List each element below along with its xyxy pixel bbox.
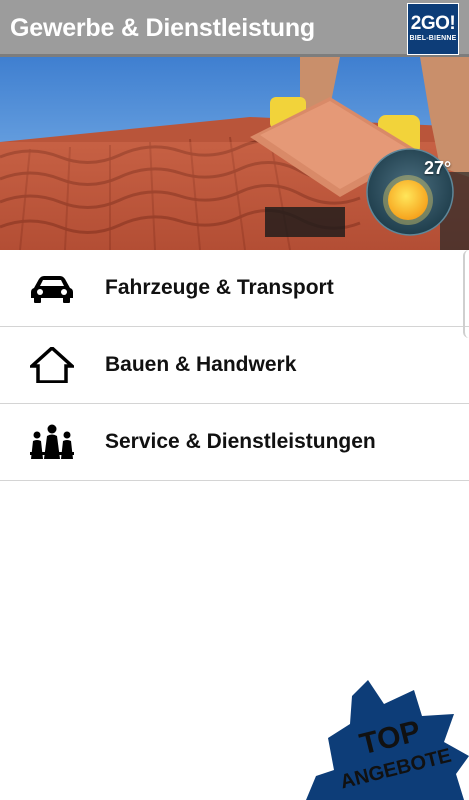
category-label: Fahrzeuge & Transport xyxy=(105,276,334,299)
scroll-indicator xyxy=(463,250,469,338)
category-label: Bauen & Handwerk xyxy=(105,353,297,376)
app-logo[interactable]: 2GO! BIEL-BIENNE xyxy=(407,3,459,55)
logo-subtext: BIEL-BIENNE xyxy=(409,35,457,42)
category-item-services[interactable]: Service & Dienstleistungen xyxy=(0,404,469,481)
category-item-vehicles[interactable]: Fahrzeuge & Transport xyxy=(0,250,469,327)
group-service-icon xyxy=(30,424,74,459)
page-title: Gewerbe & Dienstleistung xyxy=(10,14,315,42)
logo-text: 2GO! xyxy=(410,13,456,34)
app-header: Gewerbe & Dienstleistung 2GO! BIEL-BIENN… xyxy=(0,0,469,57)
category-item-construction[interactable]: Bauen & Handwerk xyxy=(0,327,469,404)
category-label: Service & Dienstleistungen xyxy=(105,430,376,453)
category-list: Fahrzeuge & Transport Bauen & Handwerk S… xyxy=(0,250,469,481)
car-icon xyxy=(31,276,73,303)
temperature-label: 27° xyxy=(424,158,452,178)
house-icon xyxy=(30,347,74,383)
top-offers-badge[interactable]: TOP ANGEBOTE xyxy=(306,680,469,800)
